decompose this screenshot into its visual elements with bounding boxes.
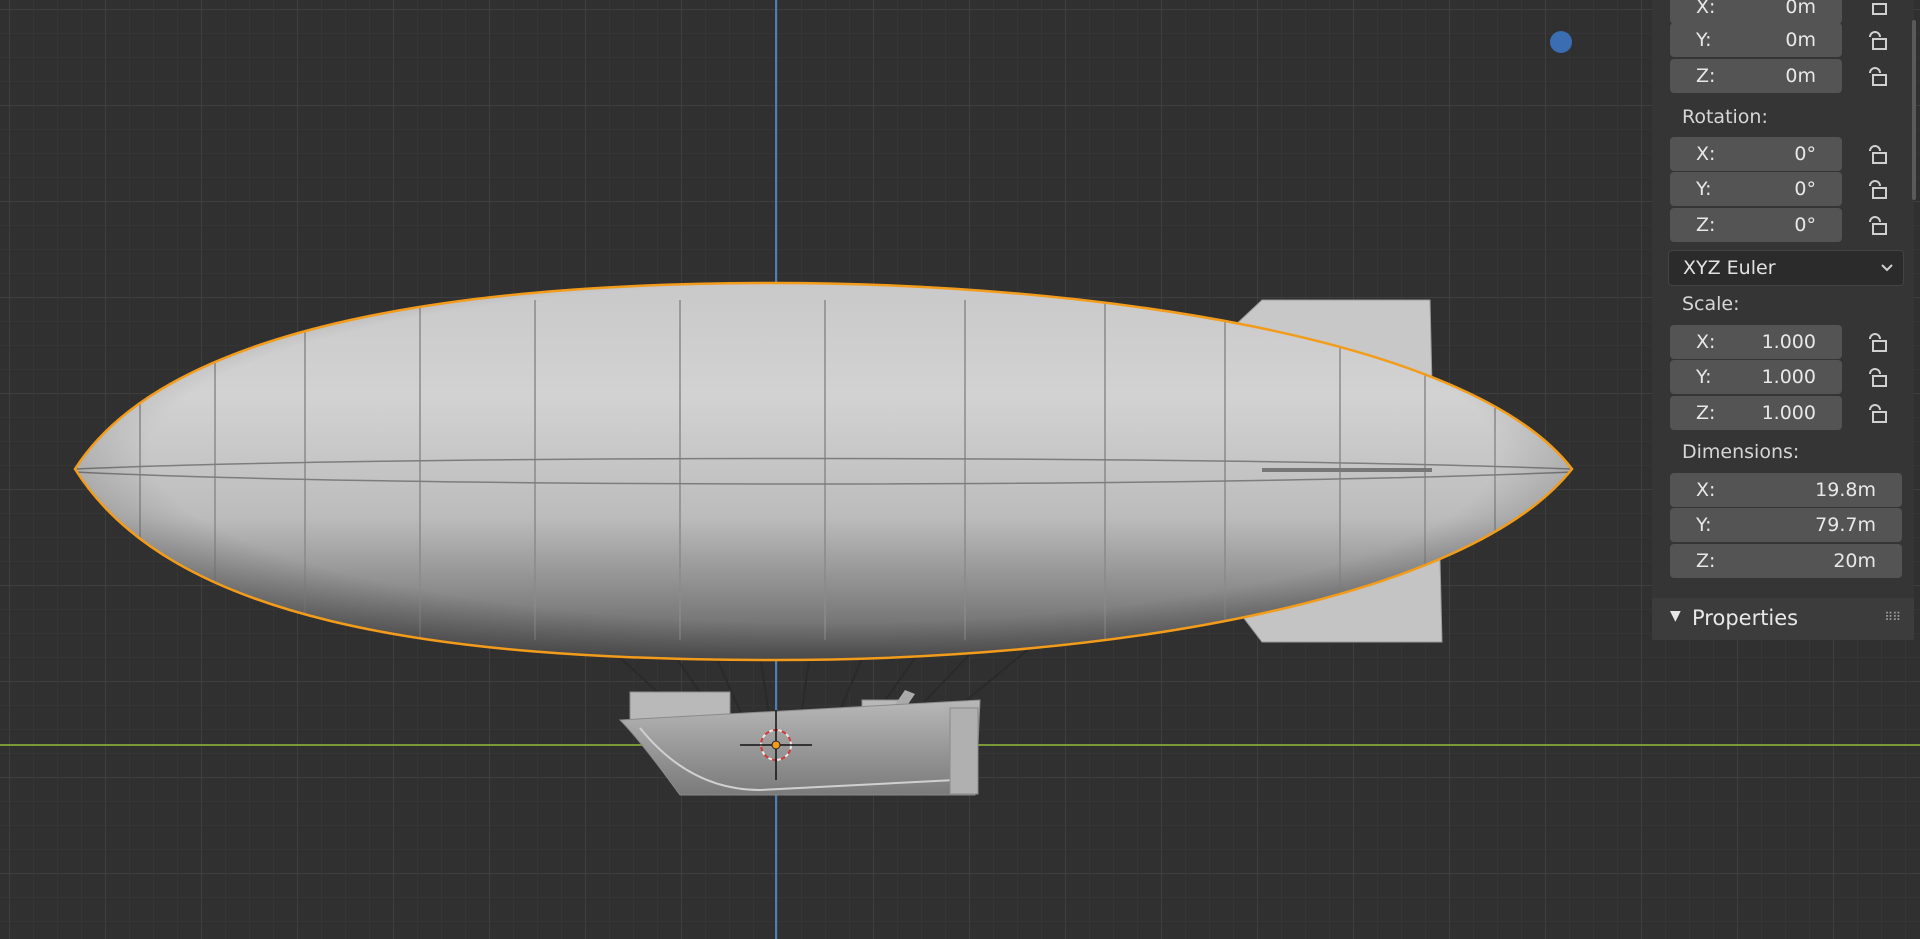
scale-y-field[interactable]: Y: 1.000 <box>1670 360 1842 394</box>
sidebar-scrollbar[interactable] <box>1912 20 1916 200</box>
properties-panel-header[interactable]: ▼ Properties ⠿⠿ <box>1652 598 1914 640</box>
lock-open-icon[interactable] <box>1864 141 1890 167</box>
dimensions-label: Dimensions: <box>1682 441 1800 463</box>
lock-open-icon[interactable] <box>1864 176 1890 202</box>
dimensions-y-field[interactable]: Y: 79.7m <box>1670 508 1902 542</box>
rotation-label: Rotation: <box>1682 106 1768 128</box>
rotation-x-field[interactable]: X: 0° <box>1670 137 1842 171</box>
dimensions-z-field[interactable]: Z: 20m <box>1670 544 1902 578</box>
lock-open-icon[interactable] <box>1864 329 1890 355</box>
scale-z-field[interactable]: Z: 1.000 <box>1670 396 1842 430</box>
lock-open-icon[interactable] <box>1864 27 1890 53</box>
3d-viewport[interactable] <box>0 0 1920 939</box>
rotation-mode-select[interactable]: XYZ Euler <box>1668 250 1904 286</box>
scale-x-field[interactable]: X: 1.000 <box>1670 325 1842 359</box>
lock-open-icon[interactable] <box>1864 400 1890 426</box>
transform-sidebar: X: 0m Y: 0m Z: 0m Rotation: X: 0° Y: 0° Z: 0° … <box>1652 0 1920 939</box>
chevron-down-icon <box>1881 264 1893 272</box>
rotation-z-field[interactable]: Z: 0° <box>1670 208 1842 242</box>
location-z-field[interactable]: Z: 0m <box>1670 59 1842 93</box>
viewport-canvas[interactable] <box>0 0 1920 939</box>
scale-label: Scale: <box>1682 293 1740 315</box>
blender-window: X: 0m Y: 0m Z: 0m Rotation: X: 0° Y: 0° Z: 0° … <box>0 0 1920 939</box>
rotation-y-field[interactable]: Y: 0° <box>1670 172 1842 206</box>
location-y-field[interactable]: Y: 0m <box>1670 23 1842 57</box>
dimensions-x-field[interactable]: X: 19.8m <box>1670 473 1902 507</box>
properties-title: Properties <box>1692 606 1799 630</box>
drag-grip-icon[interactable]: ⠿⠿ <box>1884 610 1901 624</box>
lock-open-icon[interactable] <box>1864 212 1890 238</box>
lock-open-icon[interactable] <box>1864 364 1890 390</box>
location-x-field[interactable]: X: 0m <box>1670 0 1842 24</box>
lock-open-icon[interactable] <box>1864 0 1890 18</box>
triangle-down-icon[interactable]: ▼ <box>1670 608 1681 624</box>
lock-open-icon[interactable] <box>1864 63 1890 89</box>
navigation-gizmo-dot[interactable] <box>1550 31 1572 53</box>
